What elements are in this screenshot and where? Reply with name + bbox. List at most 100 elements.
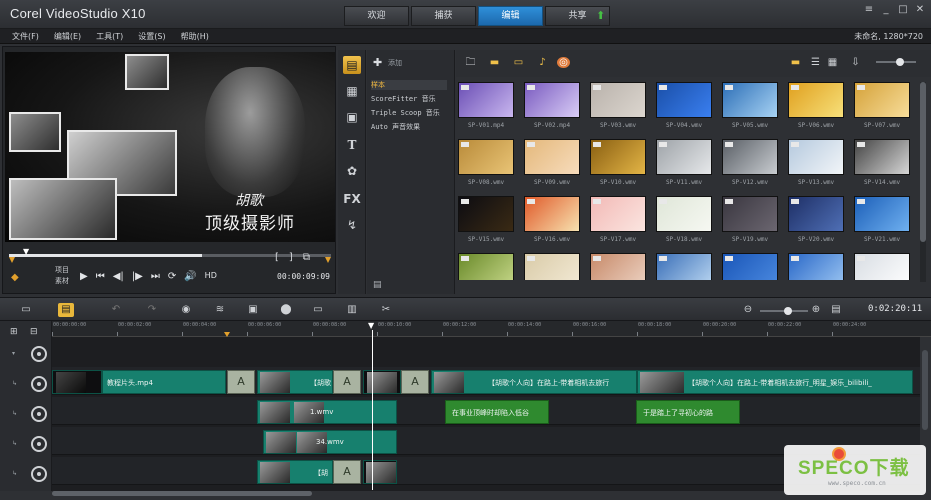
library-thumbnail[interactable]: SP-V23.wmv (524, 253, 580, 280)
track-visibility-icon[interactable]: ↳ (12, 410, 17, 417)
transition-clip[interactable]: A (333, 460, 361, 484)
scrub-handle-icon[interactable]: ▼ (23, 248, 31, 256)
video-clip[interactable]: 【胡歌 (257, 370, 333, 394)
library-thumbnail[interactable]: SP-V11.wmv (656, 139, 712, 193)
menu-edit[interactable]: 编辑(E) (54, 31, 81, 42)
library-thumbnail[interactable]: SP-V09.wmv (524, 139, 580, 193)
thumbnail-view-icon[interactable]: ▬ (789, 57, 802, 68)
library-thumbnail[interactable]: SP-V25.wmv (656, 253, 712, 280)
title-clip[interactable]: 于是踏上了寻初心的路 (636, 400, 740, 424)
add-folder-icon[interactable]: ✚ (373, 56, 382, 69)
library-thumbnail[interactable]: SP-V24.wmv (590, 253, 646, 280)
thumbnail-size-slider[interactable] (876, 58, 916, 66)
tab-welcome[interactable]: 欢迎 (344, 6, 409, 26)
end-button[interactable]: ⏭ (151, 271, 160, 282)
timeline-duration[interactable]: 0:02:20:11 (868, 304, 922, 314)
minimize-button[interactable]: _ (881, 4, 891, 15)
grid-view-icon[interactable]: ▦ (826, 57, 839, 68)
list-view-icon[interactable]: ☰ (809, 57, 822, 68)
menu-tools[interactable]: 工具(T) (96, 31, 123, 42)
add-track-icon[interactable]: ⊟ (30, 327, 38, 337)
mode-clip-label[interactable]: 素材 (55, 276, 69, 287)
tab-capture[interactable]: 捕获 (411, 6, 476, 26)
timeline-zoom-knob[interactable] (784, 307, 792, 315)
video-track-icon[interactable] (31, 346, 47, 362)
menu-help[interactable]: 帮助(H) (181, 31, 209, 42)
library-thumbnail[interactable]: SP-V02.mp4 (524, 82, 580, 136)
track-visibility-icon[interactable]: ↳ (12, 440, 17, 447)
track-visibility-icon[interactable]: ↳ (12, 470, 17, 477)
tree-item-auto-sound[interactable]: Auto 声音效果 (371, 122, 420, 132)
playhead-handle-icon[interactable]: ▼ (368, 322, 376, 330)
upload-arrow-icon[interactable]: ⬆ (596, 10, 608, 22)
overlay-clip[interactable]: 【胡 (257, 460, 333, 484)
thumbnail-size-knob[interactable] (896, 58, 904, 66)
sort-icon[interactable]: ⇩ (849, 57, 862, 68)
overlay-clip[interactable]: 1.wmv (257, 400, 397, 424)
graphic-icon[interactable]: ✿ (343, 162, 361, 180)
menu-icon[interactable]: ≡ (864, 4, 874, 15)
library-thumbnail[interactable]: SP-V28.wmv (854, 253, 910, 280)
show-photos-icon[interactable]: ▭ (512, 57, 525, 68)
title-icon[interactable]: T (343, 136, 361, 154)
tree-item-samples[interactable]: 样本 (371, 80, 447, 90)
library-thumbnail[interactable]: SP-V10.wmv (590, 139, 646, 193)
auto-music-icon[interactable]: ▣ (245, 303, 261, 317)
add-folder-label[interactable]: 添加 (388, 58, 402, 68)
undo-icon[interactable]: ↶ (108, 303, 124, 317)
play-button[interactable]: ▶ (80, 271, 88, 282)
show-videos-icon[interactable]: ▬ (488, 57, 501, 68)
mark-out-button[interactable]: ] (289, 252, 293, 263)
browse-icon[interactable]: ◎ (557, 57, 570, 68)
subtitle-editor-icon[interactable]: ▭ (310, 303, 326, 317)
overlay-track-icon[interactable] (31, 406, 47, 422)
library-thumbnail[interactable]: SP-V03.wmv (590, 82, 646, 136)
library-thumbnail[interactable]: SP-V17.wmv (590, 196, 646, 250)
transition-clip[interactable]: A (333, 370, 361, 394)
video-clip[interactable]: 【胡歌个人向】在路上·带着相机去旅行 (431, 370, 637, 394)
library-thumbnail[interactable]: SP-V27.wmv (788, 253, 844, 280)
timeline-horizontal-scrollbar[interactable] (52, 491, 312, 496)
library-scroll-thumb[interactable] (920, 82, 926, 242)
timeline-view-icon[interactable]: ▤ (58, 303, 74, 317)
maximize-button[interactable]: □ (898, 4, 908, 15)
library-thumbnail[interactable]: SP-V21.wmv (854, 196, 910, 250)
library-thumbnail[interactable]: SP-V13.wmv (788, 139, 844, 193)
video-clip-intro-thumb[interactable] (52, 370, 102, 394)
menu-file[interactable]: 文件(F) (12, 31, 39, 42)
overlay-track-icon[interactable] (31, 466, 47, 482)
library-thumbnail[interactable]: SP-V05.wmv (722, 82, 778, 136)
tree-item-scorefitter[interactable]: ScoreFitter 音乐 (371, 94, 436, 104)
mark-in-button[interactable]: [ (275, 252, 279, 263)
library-thumbnail[interactable]: SP-V19.wmv (722, 196, 778, 250)
timeline-vertical-scrollbar[interactable] (922, 350, 928, 430)
library-thumbnail[interactable]: SP-V16.wmv (524, 196, 580, 250)
menu-settings[interactable]: 设置(S) (138, 31, 165, 42)
playhead[interactable] (372, 330, 373, 490)
media-icon[interactable]: ▤ (343, 56, 361, 74)
show-audio-icon[interactable]: ♪ (536, 57, 549, 68)
zoom-in-icon[interactable]: ⊕ (808, 303, 824, 317)
home-button[interactable]: ⏮ (96, 271, 105, 282)
repeat-button[interactable]: ⟳ (168, 271, 176, 282)
overlay-track-icon[interactable] (31, 436, 47, 452)
video-clip[interactable]: 【胡歌个人向】在路上·带着相机去旅行_明星_娱乐_bilibili_ (637, 370, 913, 394)
filter-fx-icon[interactable]: FX (343, 190, 361, 208)
expand-panel-icon[interactable]: ▤ (373, 280, 382, 290)
path-icon[interactable]: ↯ (343, 216, 361, 234)
library-thumbnail[interactable]: SP-V01.mp4 (458, 82, 514, 136)
next-frame-button[interactable]: |▶ (132, 271, 143, 282)
timeline-zoom-slider[interactable] (760, 307, 808, 315)
timeline-ruler[interactable]: 00:00:00:00 00:00:02:00 00:00:04:00 00:00:0… (52, 321, 931, 337)
transition-clip[interactable]: A (401, 370, 429, 394)
player-timecode[interactable]: 00:00:09:09 (277, 272, 330, 281)
track-visibility-icon[interactable]: ▾ (12, 350, 15, 357)
library-thumbnail[interactable]: SP-V22.wmv (458, 253, 514, 280)
sound-mixer-icon[interactable]: ≋ (212, 303, 228, 317)
library-thumbnail[interactable]: SP-V07.wmv (854, 82, 910, 136)
transition-clip[interactable]: A (227, 370, 255, 394)
prev-frame-button[interactable]: ◀| (113, 271, 124, 282)
hd-preview-button[interactable]: HD (205, 271, 217, 282)
overlay-track-icon[interactable] (31, 376, 47, 392)
library-thumbnail[interactable]: SP-V26.wmv (722, 253, 778, 280)
